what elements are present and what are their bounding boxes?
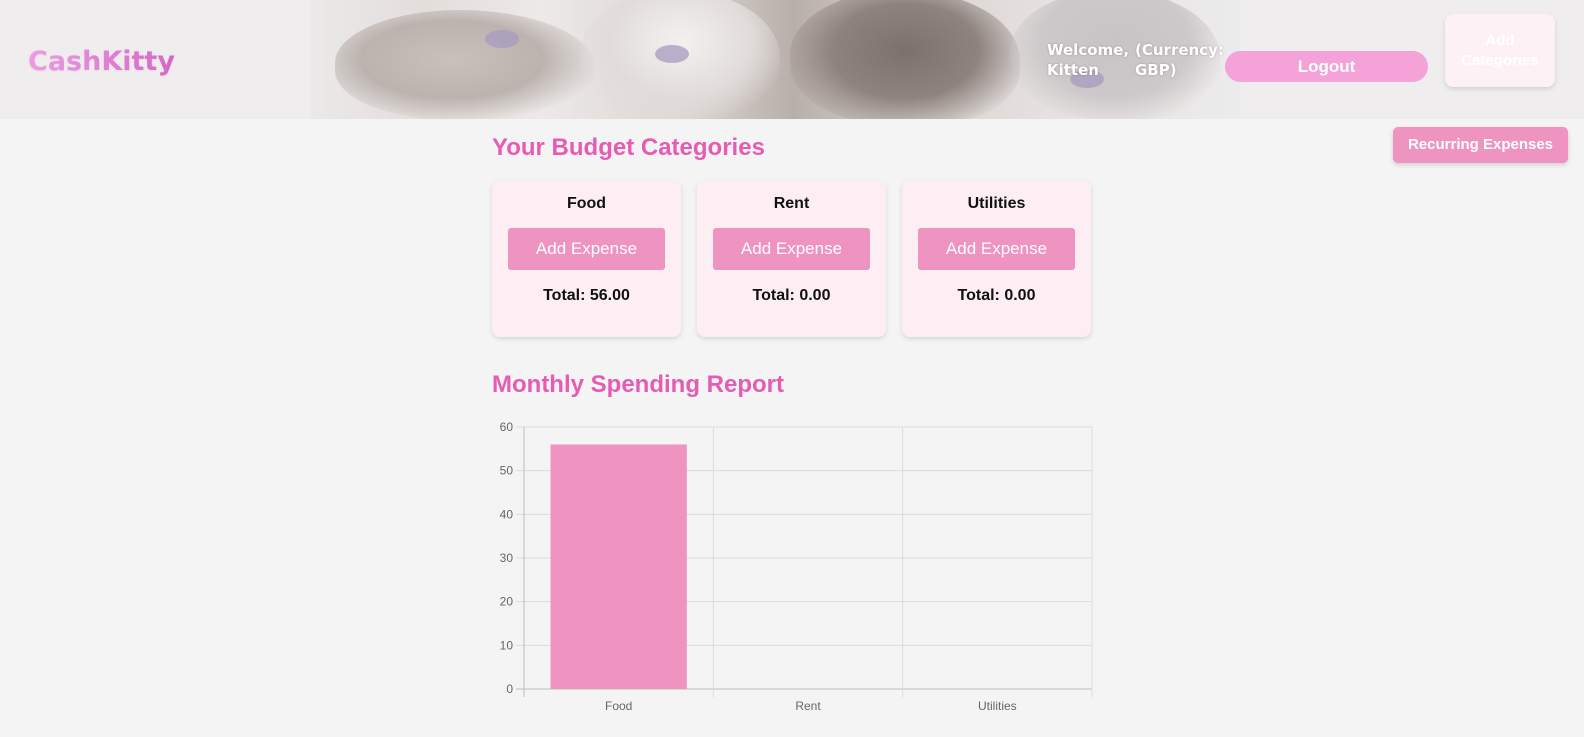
logout-button[interactable]: Logout: [1225, 51, 1428, 82]
ribbon-bow-icon: [485, 30, 519, 48]
x-tick-label: Food: [605, 699, 632, 713]
category-name: Rent: [773, 195, 810, 212]
add-expense-button[interactable]: Add Expense: [508, 228, 665, 270]
category-total: Total: 56.00: [543, 287, 630, 304]
add-categories-button[interactable]: Add Categories: [1445, 14, 1555, 87]
add-expense-button[interactable]: Add Expense: [713, 228, 870, 270]
y-tick-label: 40: [500, 507, 514, 521]
x-tick-label: Utilities: [978, 699, 1017, 713]
currency-text: (Currency: GBP): [1135, 41, 1224, 79]
kitten-illustration: [790, 0, 1020, 119]
budget-categories-title: Your Budget Categories: [492, 134, 765, 161]
x-tick-label: Rent: [795, 699, 821, 713]
recurring-expenses-button[interactable]: Recurring Expenses: [1393, 127, 1568, 163]
category-card-utilities: Utilities Add Expense Total: 0.00: [902, 180, 1091, 337]
category-total: Total: 0.00: [957, 287, 1036, 304]
app-header: CashKitty Welcome, Kitten (Currency: GBP…: [0, 0, 1584, 119]
welcome-text: Welcome, Kitten: [1047, 41, 1130, 79]
y-tick-label: 50: [500, 464, 514, 478]
app-logo: CashKitty: [28, 46, 175, 77]
add-expense-button[interactable]: Add Expense: [918, 228, 1075, 270]
y-tick-label: 0: [506, 682, 513, 696]
category-card-rent: Rent Add Expense Total: 0.00: [697, 180, 886, 337]
add-categories-label: Add Categories: [1461, 31, 1539, 69]
spending-bar-chart: 0 10 20 30 40 50 60 Food Rent Utilities: [500, 420, 1093, 713]
category-name: Food: [566, 195, 607, 212]
ribbon-bow-icon: [655, 45, 689, 63]
y-tick-label: 10: [500, 638, 514, 652]
category-card-food: Food Add Expense Total: 56.00: [492, 180, 681, 337]
category-total: Total: 0.00: [752, 287, 831, 304]
spending-report-title: Monthly Spending Report: [492, 371, 784, 398]
category-name: Utilities: [967, 195, 1026, 212]
y-tick-label: 30: [500, 551, 514, 565]
y-tick-label: 60: [500, 420, 514, 434]
bar-food: [550, 444, 687, 689]
kitten-illustration: [335, 10, 595, 119]
y-tick-label: 20: [500, 595, 514, 609]
